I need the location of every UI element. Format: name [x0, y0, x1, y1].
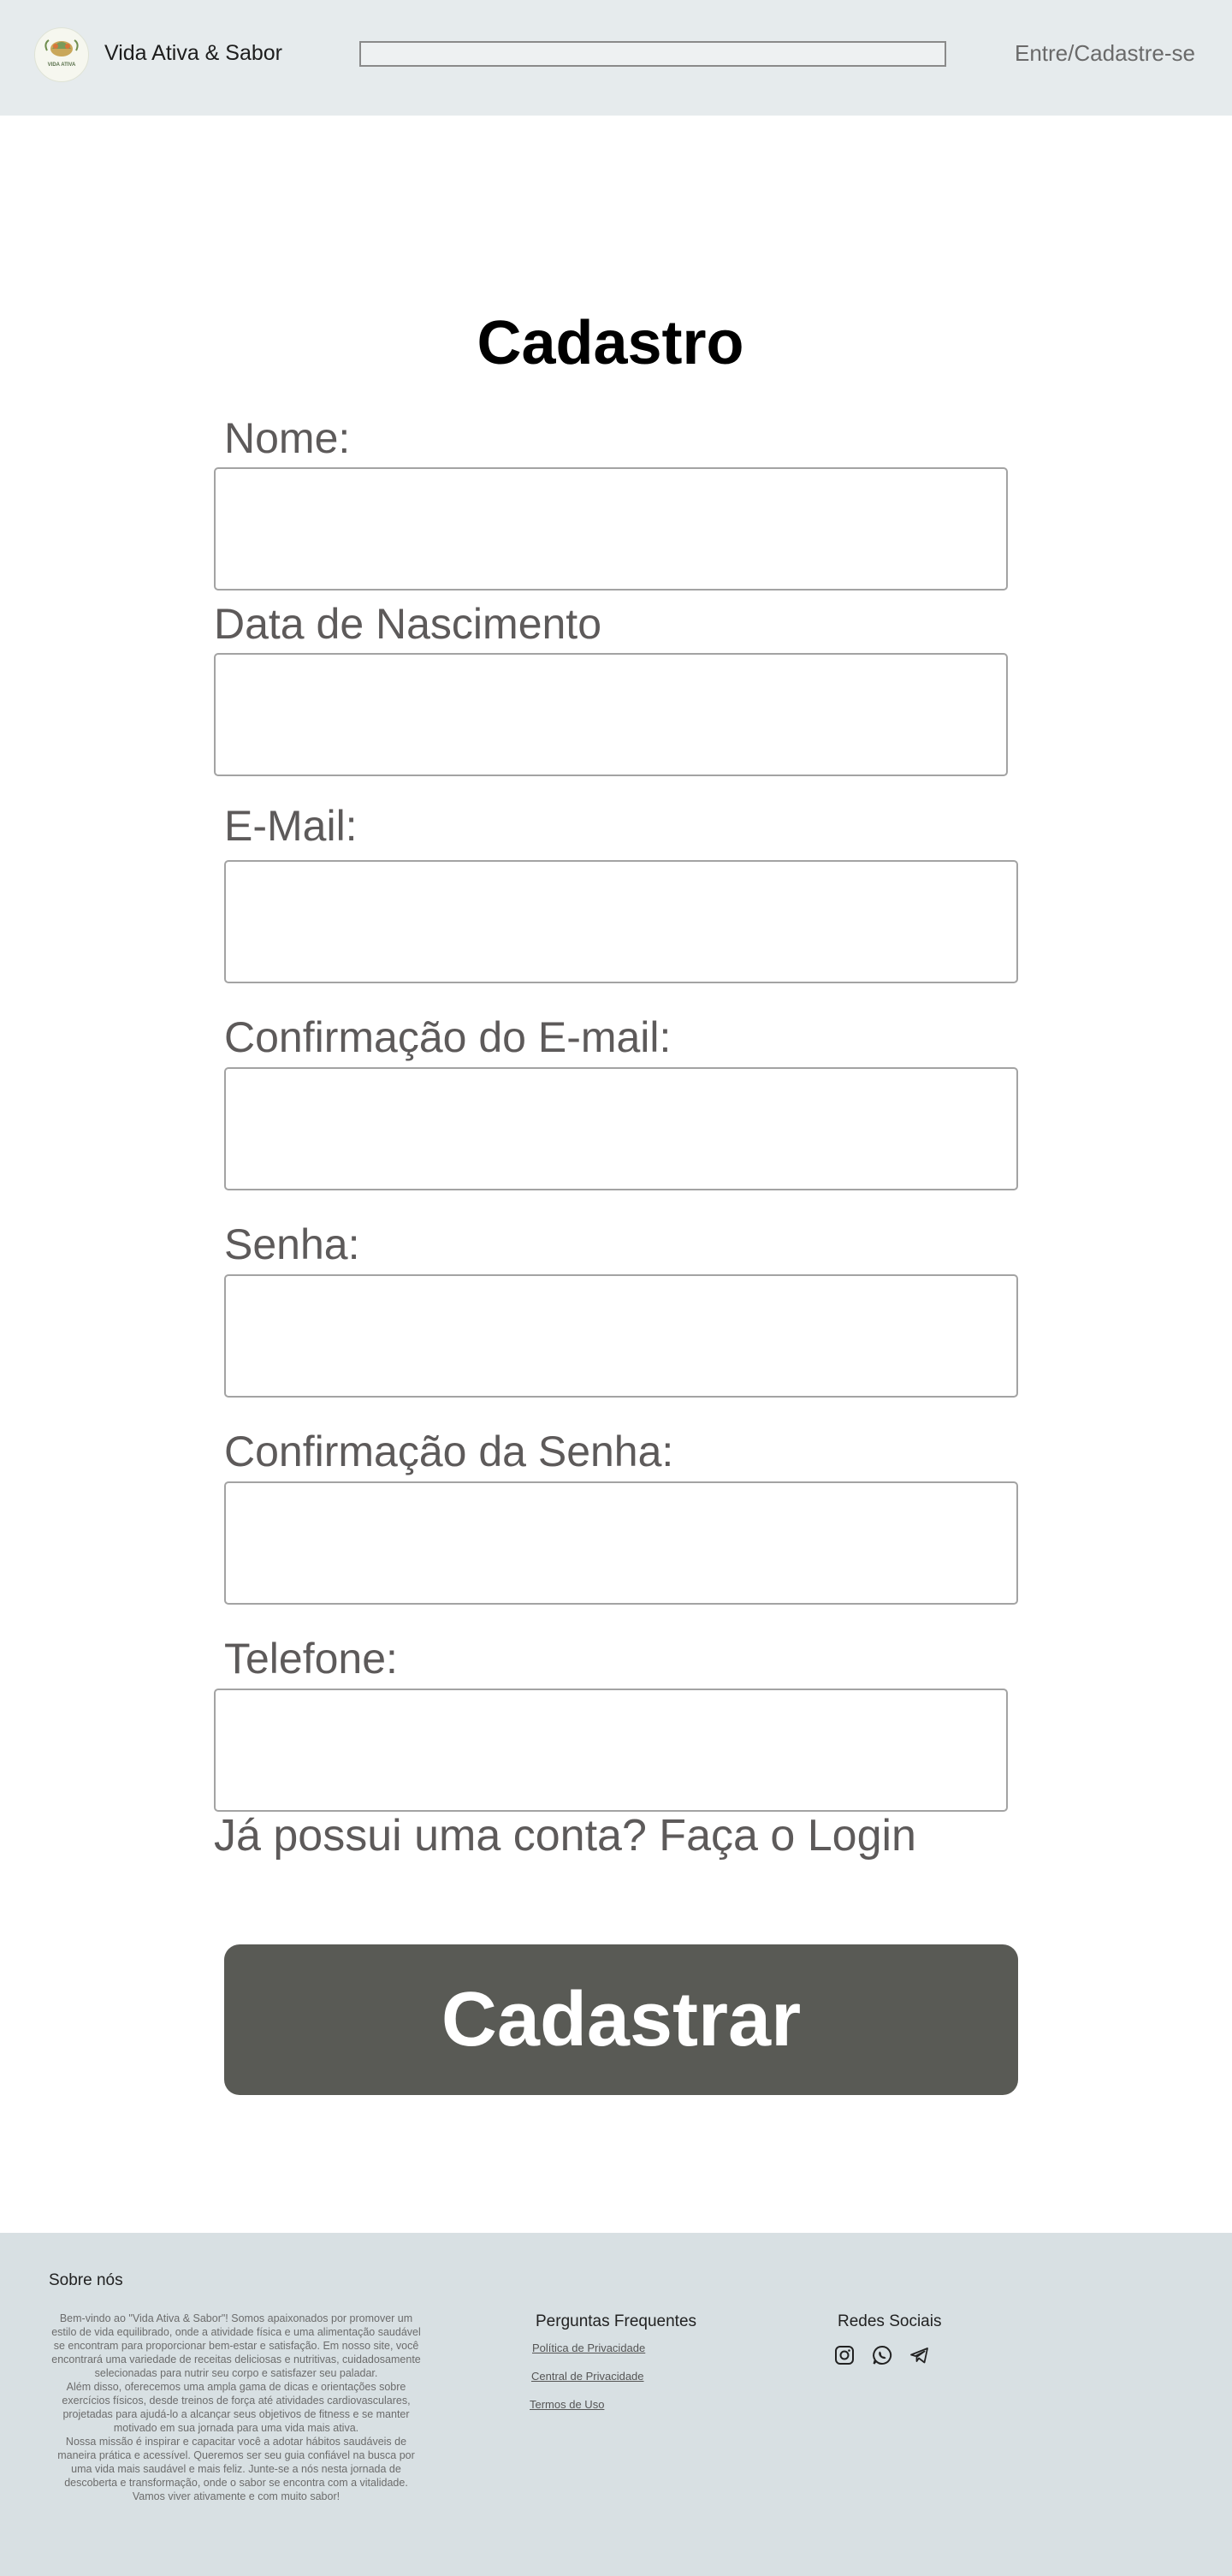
- about-paragraph: Nossa missão é inspirar e capacitar você…: [57, 2436, 415, 2502]
- phone-label: Telefone:: [224, 1635, 398, 1683]
- login-signup-link[interactable]: Entre/Cadastre-se: [1015, 40, 1195, 67]
- faq-title: Perguntas Frequentes: [536, 2312, 697, 2330]
- email-confirm-input[interactable]: [224, 1067, 1018, 1190]
- logo-emblem-icon: [44, 39, 79, 56]
- register-button[interactable]: Cadastrar: [224, 1944, 1018, 2095]
- page-title: Cadastro: [477, 309, 744, 377]
- password-input[interactable]: [224, 1274, 1018, 1398]
- birthdate-input[interactable]: [214, 653, 1008, 776]
- instagram-icon[interactable]: [833, 2344, 856, 2366]
- password-confirm-label: Confirmação da Senha:: [224, 1427, 674, 1475]
- about-paragraph: Além disso, oferecemos uma ampla gama de…: [62, 2381, 411, 2434]
- search-input[interactable]: [359, 41, 946, 67]
- about-title: Sobre nós: [49, 2271, 123, 2289]
- privacy-center-link[interactable]: Central de Privacidade: [531, 2370, 644, 2383]
- page-footer: Sobre nós Bem-vindo ao "Vida Ativa & Sab…: [0, 2233, 1232, 2576]
- logo-text: VIDA ATIVA: [47, 62, 76, 68]
- brand-name[interactable]: Vida Ativa & Sabor: [104, 41, 282, 66]
- about-text: Bem-vindo ao "Vida Ativa & Sabor"! Somos…: [48, 2312, 424, 2503]
- phone-input[interactable]: [214, 1689, 1008, 1812]
- name-label: Nome:: [224, 414, 351, 462]
- email-confirm-label: Confirmação do E-mail:: [224, 1013, 672, 1061]
- whatsapp-icon[interactable]: [871, 2344, 893, 2366]
- telegram-icon[interactable]: [909, 2344, 931, 2366]
- brand-logo[interactable]: VIDA ATIVA: [34, 27, 89, 82]
- privacy-policy-link[interactable]: Política de Privacidade: [532, 2342, 645, 2354]
- name-input[interactable]: [214, 467, 1008, 591]
- birthdate-label: Data de Nascimento: [214, 600, 602, 648]
- email-input[interactable]: [224, 860, 1018, 983]
- about-paragraph: Bem-vindo ao "Vida Ativa & Sabor"! Somos…: [51, 2312, 421, 2379]
- social-title: Redes Sociais: [838, 2312, 942, 2330]
- password-confirm-input[interactable]: [224, 1481, 1018, 1605]
- terms-of-use-link[interactable]: Termos de Uso: [530, 2398, 604, 2411]
- email-label: E-Mail:: [224, 802, 358, 850]
- top-header: VIDA ATIVA Vida Ativa & Sabor Entre/Cada…: [0, 0, 1232, 116]
- password-label: Senha:: [224, 1220, 360, 1268]
- login-prompt-link[interactable]: Já possui uma conta? Faça o Login: [214, 1810, 916, 1861]
